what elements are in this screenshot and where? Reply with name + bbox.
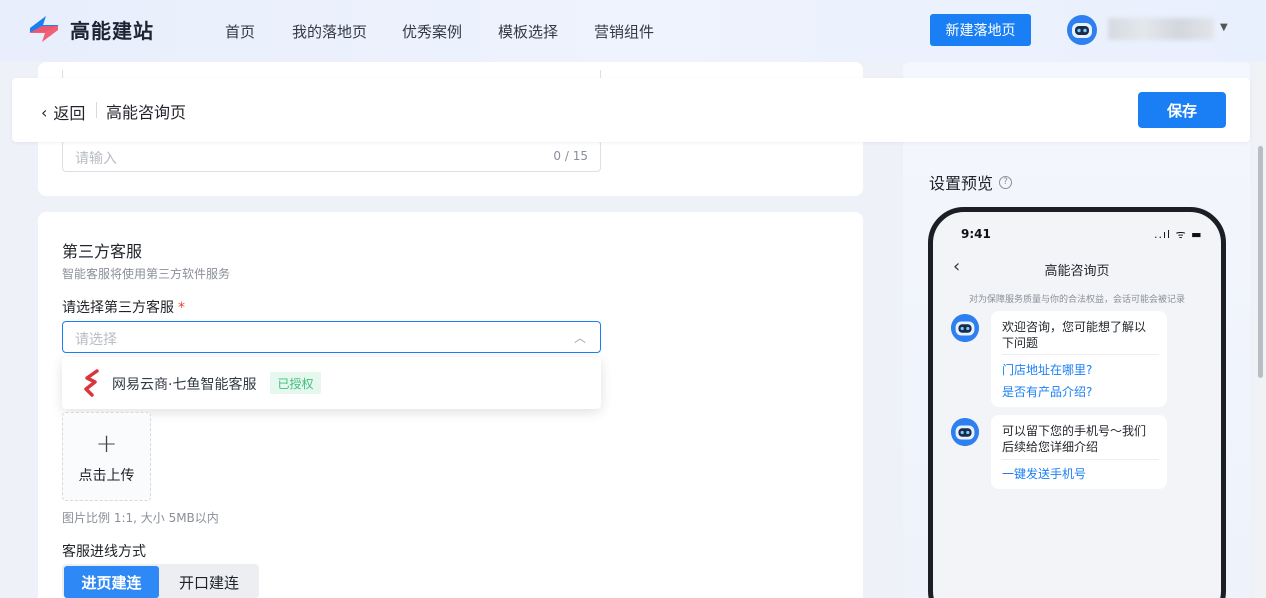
option-label: 网易云商·七鱼智能客服 [112,377,257,393]
bubble-divider [1002,354,1159,355]
phone-preview: 9:41 ..ıl ᯤ ▬ ‹ 高能咨询页 对为保障服务质量与你的合法权益，会话… [928,207,1226,598]
upload-label: 点击上传 [78,468,135,484]
quick-question-link[interactable]: 是否有产品介绍? [1002,383,1092,400]
header-divider [96,102,97,118]
logo-icon [29,16,59,42]
chat-bubble-phone: 可以留下您的手机号～我们后续给您详细介绍 一键发送手机号 [991,415,1167,489]
connect-mode-on-enter[interactable]: 进页建连 [64,566,159,598]
back-label: 返回 [53,104,86,123]
phone-time: 9:41 [961,227,991,241]
select-label-text: 请选择第三方客服 [62,300,174,316]
third-party-select[interactable]: 请选择 ︿ [62,321,601,353]
bubble-divider [1002,459,1159,460]
title-input[interactable]: 请输入 0 / 15 [62,140,601,172]
new-landing-page-button[interactable]: 新建落地页 [930,14,1031,46]
bot-avatar-icon [950,313,980,343]
page-title: 高能咨询页 [106,103,187,122]
user-avatar-robot-icon[interactable] [1066,14,1098,46]
section-title: 第三方客服 [62,242,143,261]
preview-title-text: 设置预览 [929,174,994,193]
select-dropdown: 网易云商·七鱼智能客服 已授权 [62,357,601,409]
nav-item-cases[interactable]: 优秀案例 [402,21,462,42]
send-phone-link[interactable]: 一键发送手机号 [1002,465,1086,482]
select-label: 请选择第三方客服 * [62,297,185,317]
char-counter: 0 / 15 [553,149,588,163]
select-placeholder: 请选择 [75,332,117,348]
scrollbar-thumb[interactable] [1258,146,1263,378]
help-icon[interactable]: ? [999,175,1013,189]
upload-hint: 图片比例 1:1, 大小 5MB以内 [62,511,219,525]
connect-mode-on-speak[interactable]: 开口建连 [161,566,257,598]
bubble-text: 可以留下您的手机号～我们后续给您详细介绍 [1002,424,1147,454]
section-description: 智能客服将使用第三方软件服务 [62,267,231,281]
preview-title: 设置预览 ? [929,170,1013,194]
top-navigation: 高能建站 首页 我的落地页 优秀案例 模板选择 营销组件 新建落地页 ▼ [0,0,1266,62]
plus-icon: + [95,429,118,459]
bot-avatar-icon [950,417,980,447]
user-name-blurred [1108,18,1214,40]
nav-item-home[interactable]: 首页 [225,21,255,42]
title-input-placeholder: 请输入 [75,151,117,167]
qiyu-logo-icon [84,369,99,397]
app-name: 高能建站 [70,18,154,43]
nav-item-my-pages[interactable]: 我的落地页 [292,21,367,42]
upload-button[interactable]: + 点击上传 [62,412,151,501]
connect-mode-segmented: 进页建连 开口建连 [62,564,259,598]
chevron-left-icon: ‹ [41,102,48,122]
phone-page-title: 高能咨询页 [1044,264,1110,279]
chat-bubble-welcome: 欢迎咨询，您可能想了解以下问题 门店地址在哪里? 是否有产品介绍? [991,311,1167,407]
back-button[interactable]: ‹ 返回 [41,100,85,124]
dropdown-option-qiyu[interactable]: 网易云商·七鱼智能客服 已授权 [62,357,601,409]
phone-notice: 对为保障服务质量与你的合法权益，会话可能会被记录 [968,295,1185,305]
connect-mode-label: 客服进线方式 [62,544,146,560]
authorized-tag: 已授权 [270,372,321,394]
nav-item-components[interactable]: 营销组件 [594,21,654,42]
required-mark: * [178,300,185,316]
caret-down-icon[interactable]: ▼ [1220,22,1228,33]
bubble-text: 欢迎咨询，您可能想了解以下问题 [1002,320,1147,350]
chevron-up-icon: ︿ [573,331,586,345]
logo[interactable]: 高能建站 [26,14,154,44]
save-button[interactable]: 保存 [1138,92,1226,128]
nav-item-templates[interactable]: 模板选择 [498,21,558,42]
quick-question-link[interactable]: 门店地址在哪里? [1002,361,1092,378]
page-header-bar: ‹ 返回 高能咨询页 保存 [12,78,1250,142]
phone-status-icons: ..ıl ᯤ ▬ [1154,228,1203,241]
